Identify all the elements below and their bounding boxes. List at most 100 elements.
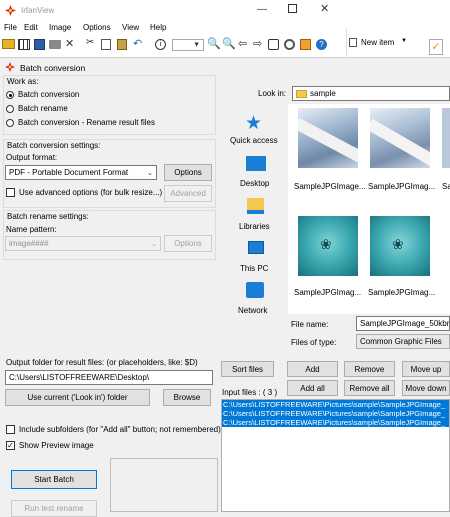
look-in-select[interactable]: sample: [292, 86, 450, 101]
output-format-value: PDF - Portable Document Format: [9, 168, 129, 177]
move-up-button[interactable]: Move up: [402, 361, 450, 377]
menu-view[interactable]: View: [122, 23, 139, 32]
background-ribbon: New item ▼ ✓: [346, 28, 450, 58]
list-item[interactable]: C:\Users\LISTOFFREEWARE\Pictures\sample\…: [222, 409, 449, 418]
new-item-label[interactable]: New item: [361, 38, 394, 47]
undo-icon[interactable]: ↶: [133, 37, 142, 50]
file-item[interactable]: Sa: [438, 108, 450, 198]
radio-batch-conversion[interactable]: [6, 91, 14, 99]
place-libraries[interactable]: Libraries: [225, 196, 287, 236]
remove-button[interactable]: Remove: [344, 361, 395, 377]
info-icon[interactable]: i: [155, 39, 166, 50]
start-batch-button[interactable]: Start Batch: [11, 470, 97, 489]
paste-icon[interactable]: [117, 39, 127, 50]
butterfly-icon: ❀: [392, 236, 404, 252]
add-all-button[interactable]: Add all: [287, 380, 338, 396]
menu-image[interactable]: Image: [49, 23, 71, 32]
menu-bar: File Edit Image Options View Help: [0, 23, 346, 35]
place-desktop[interactable]: Desktop: [225, 154, 287, 194]
radio-conversion-rename-label[interactable]: Batch conversion - Rename result files: [18, 118, 155, 127]
list-item[interactable]: C:\Users\LISTOFFREEWARE\Pictures\sample\…: [222, 418, 449, 427]
zoom-in-icon[interactable]: 🔍: [207, 37, 221, 50]
prev-icon[interactable]: ⇦: [238, 37, 247, 50]
include-subfolders-label[interactable]: Include subfolders (for "Add all" button…: [19, 425, 221, 434]
advanced-checkbox[interactable]: [6, 188, 15, 197]
work-as-label: Work as:: [7, 77, 39, 86]
rename-options-button[interactable]: Options: [164, 235, 212, 252]
open-folder-icon[interactable]: [2, 39, 15, 49]
next-icon[interactable]: ⇨: [253, 37, 262, 50]
folder-icon: [296, 90, 307, 98]
output-options-button[interactable]: Options: [164, 164, 212, 181]
place-network[interactable]: Network: [225, 280, 287, 320]
slideshow-icon[interactable]: [268, 39, 279, 50]
settings-icon[interactable]: [284, 39, 295, 50]
advanced-button[interactable]: Advanced: [164, 185, 212, 202]
menu-file[interactable]: File: [4, 23, 17, 32]
cut-icon[interactable]: ✂: [86, 37, 94, 48]
radio-batch-rename[interactable]: [6, 105, 14, 113]
maximize-icon[interactable]: [288, 4, 297, 13]
menu-help[interactable]: Help: [150, 23, 166, 32]
file-item-label: SampleJPGImage...: [294, 182, 366, 191]
file-item[interactable]: ❀ SampleJPGImag...: [294, 216, 362, 306]
input-files-list[interactable]: C:\Users\LISTOFFREEWARE\Pictures\sample\…: [221, 399, 450, 512]
add-button[interactable]: Add: [287, 361, 338, 377]
copy-icon[interactable]: [101, 39, 111, 50]
output-format-label: Output format:: [6, 153, 58, 162]
batch-dialog: Batch conversion Work as: Batch conversi…: [0, 57, 450, 517]
sort-files-button[interactable]: Sort files: [221, 361, 274, 377]
show-preview-label[interactable]: Show Preview image: [19, 441, 94, 450]
browse-button[interactable]: Browse: [163, 389, 211, 406]
file-item[interactable]: SampleJPGImag...: [366, 108, 435, 198]
checkbox-icon[interactable]: [300, 39, 311, 50]
place-libraries-label: Libraries: [239, 222, 270, 231]
advanced-checkbox-label[interactable]: Use advanced options (for bulk resize...…: [19, 188, 162, 197]
thumbnail-butterfly: ❀: [370, 216, 430, 276]
zoom-select[interactable]: ▼: [172, 39, 204, 51]
input-files-label: Input files : ( 3 ): [222, 388, 278, 397]
output-folder-input[interactable]: C:\Users\LISTOFFREEWARE\Desktop\: [5, 370, 213, 385]
desktop-icon: [246, 156, 266, 171]
thumbnail-partial: [442, 108, 450, 168]
chevron-down-icon: ⌄: [147, 169, 153, 177]
menu-options[interactable]: Options: [83, 23, 111, 32]
name-pattern-select[interactable]: image#### ⌄: [5, 236, 161, 251]
file-item[interactable]: ❀ SampleJPGImag...: [366, 216, 435, 306]
move-down-button[interactable]: Move down: [402, 380, 450, 396]
radio-batch-rename-label[interactable]: Batch rename: [18, 104, 68, 113]
list-item[interactable]: C:\Users\LISTOFFREEWARE\Pictures\sample\…: [222, 400, 449, 409]
remove-all-button[interactable]: Remove all: [344, 380, 395, 396]
place-desktop-label: Desktop: [240, 179, 270, 188]
list-item-label: C:\Users\LISTOFFREEWARE\Pictures\sample\…: [223, 418, 446, 427]
run-test-rename-button[interactable]: Run test rename: [11, 500, 97, 517]
files-of-type-select[interactable]: Common Graphic Files: [356, 334, 450, 349]
save-icon[interactable]: [34, 39, 45, 50]
thumbnail-butterfly: ❀: [298, 216, 358, 276]
radio-conversion-rename[interactable]: [6, 119, 14, 127]
print-icon[interactable]: [49, 40, 61, 49]
show-preview-checkbox[interactable]: ✓: [6, 441, 15, 450]
file-item-label: Sa: [442, 182, 450, 191]
place-quick-access[interactable]: ★ Quick access: [225, 112, 287, 152]
output-format-select[interactable]: PDF - Portable Document Format ⌄: [5, 165, 157, 180]
title-bar: IrfanView — ✕: [0, 0, 346, 22]
chevron-down-icon: ▼: [193, 41, 200, 49]
help-icon[interactable]: ?: [316, 39, 327, 50]
include-subfolders-checkbox[interactable]: [6, 425, 15, 434]
network-icon: [246, 282, 264, 298]
file-item[interactable]: SampleJPGImage...: [294, 108, 366, 198]
files-of-type-value: Common Graphic Files: [360, 337, 442, 346]
place-this-pc[interactable]: This PC: [225, 238, 287, 278]
close-icon[interactable]: ✕: [320, 2, 329, 15]
new-item-icon: [349, 38, 357, 47]
file-name-input[interactable]: SampleJPGImage_50kbmb: [356, 316, 450, 331]
radio-batch-conversion-label[interactable]: Batch conversion: [18, 90, 79, 99]
use-current-folder-button[interactable]: Use current ('Look in') folder: [5, 389, 150, 406]
minimize-icon[interactable]: —: [257, 4, 267, 15]
star-icon: ★: [245, 113, 263, 134]
delete-icon[interactable]: ✕: [65, 37, 74, 50]
grid-icon[interactable]: [18, 39, 30, 50]
zoom-out-icon[interactable]: 🔍: [222, 37, 236, 50]
menu-edit[interactable]: Edit: [24, 23, 38, 32]
